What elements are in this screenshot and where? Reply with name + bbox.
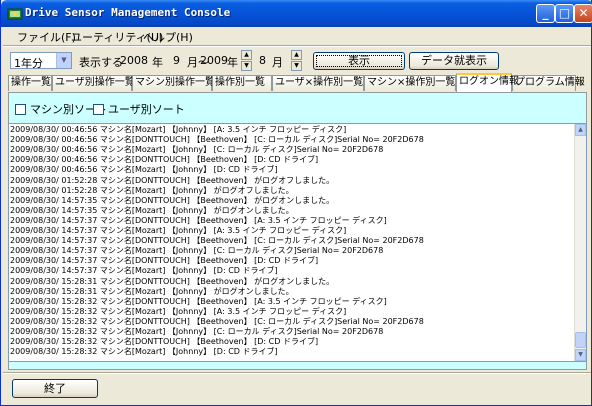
spin-up-icon[interactable]: ▲: [291, 50, 302, 60]
tab-machine-x-operation-list[interactable]: マシン×操作別一覧: [364, 75, 456, 91]
display-label: 表示する: [79, 56, 123, 69]
to-year: 2009: [200, 54, 228, 67]
tab-user-operation-list[interactable]: ユーザ別操作一覧: [52, 75, 135, 91]
to-year-spinner[interactable]: ▲ ▼: [241, 50, 252, 71]
log-entry: 2009/08/30/ 15:28:32 マシン名[DONTTOUCH] 【Be…: [10, 337, 319, 347]
toolbar-divider: [3, 45, 591, 47]
year-label: 年: [152, 56, 163, 69]
menu-help[interactable]: ヘルプ(H): [143, 29, 193, 45]
log-list[interactable]: 2009/08/30/ 00:46:56 マシン名[Mozart] 【Johnn…: [8, 123, 587, 362]
scrollbar-thumb[interactable]: [575, 332, 586, 348]
log-entry: 2009/08/30/ 00:46:56 マシン名[Mozart] 【Johnn…: [10, 165, 278, 175]
close-icon[interactable]: ✕: [574, 4, 592, 23]
log-entry: 2009/08/30/ 14:57:37 マシン名[DONTTOUCH] 【Be…: [10, 256, 319, 266]
tab-logon-info[interactable]: ログオン情報: [456, 73, 519, 92]
window-title: Drive Sensor Management Console: [25, 6, 231, 19]
log-entry: 2009/08/30/ 15:28:32 マシン名[Mozart] 【Johnn…: [10, 306, 347, 316]
month-label: 月: [272, 56, 283, 69]
exit-button[interactable]: 終了: [12, 379, 98, 398]
maximize-icon[interactable]: □: [555, 4, 574, 23]
log-entry: 2009/08/30/ 15:28:31 マシン名[DONTTOUCH] 【Be…: [10, 276, 335, 286]
app-window: Drive Sensor Management Console _ □ ✕ ファ…: [0, 0, 592, 406]
spin-up-icon[interactable]: ▲: [241, 50, 252, 60]
menu-file[interactable]: ファイル(F): [17, 29, 76, 45]
menu-bar: ファイル(F) ユーティリティ(U) ヘルプ(H): [5, 27, 589, 45]
spin-down-icon[interactable]: ▼: [291, 61, 302, 71]
log-entry: 2009/08/30/ 14:57:37 マシン名[Mozart] 【Johnn…: [10, 246, 384, 256]
log-entry: 2009/08/30/ 14:57:35 マシン名[DONTTOUCH] 【Be…: [10, 195, 335, 205]
log-entry: 2009/08/30/ 00:46:56 マシン名[DONTTOUCH] 【Be…: [10, 155, 319, 165]
to-month-spinner[interactable]: ▲ ▼: [291, 50, 302, 71]
log-entry: 2009/08/30/ 00:46:56 マシン名[DONTTOUCH] 【Be…: [10, 135, 424, 145]
title-bar[interactable]: Drive Sensor Management Console _ □ ✕: [1, 0, 592, 27]
period-select[interactable]: 1年分 ▼: [10, 52, 72, 70]
user-sort-label: ユーザ別ソート: [108, 103, 185, 116]
checkbox-icon[interactable]: [15, 104, 26, 115]
tab-machine-operation-list[interactable]: マシン別操作一覧: [132, 75, 215, 91]
log-entry: 2009/08/30/ 00:46:56 マシン名[Mozart] 【Johnn…: [10, 125, 347, 134]
log-entry: 2009/08/30/ 14:57:35 マシン名[Mozart] 【Johnn…: [10, 205, 294, 215]
tab-program-info[interactable]: プログラム情報: [512, 75, 585, 91]
minimize-icon[interactable]: _: [536, 4, 555, 23]
checkbox-icon[interactable]: [93, 104, 104, 115]
chevron-down-icon[interactable]: ▼: [56, 53, 71, 68]
user-sort-checkbox[interactable]: ユーザ別ソート: [93, 101, 185, 117]
log-entry: 2009/08/30/ 14:57:37 マシン名[Mozart] 【Johnn…: [10, 266, 278, 276]
log-entry: 2009/08/30/ 14:57:37 マシン名[DONTTOUCH] 【Be…: [10, 215, 387, 225]
batch-display-button[interactable]: データ就表示: [409, 52, 499, 70]
tab-operation-list[interactable]: 操作一覧: [8, 75, 52, 91]
log-entry: 2009/08/30/ 01:52:28 マシン名[DONTTOUCH] 【Be…: [10, 175, 335, 185]
footer-divider: [3, 372, 591, 374]
show-button[interactable]: 表示: [313, 52, 405, 70]
log-entry: 2009/08/30/ 15:28:31 マシン名[Mozart] 【Johnn…: [10, 286, 294, 296]
drive-sensor-icon: [7, 8, 23, 20]
log-entry: 2009/08/30/ 15:28:32 マシン名[Mozart] 【Johnn…: [10, 347, 278, 357]
log-entry: 2009/08/30/ 14:57:37 マシン名[Mozart] 【Johnn…: [10, 226, 347, 235]
log-entry: 2009/08/30/ 15:28:32 マシン名[DONTTOUCH] 【Be…: [10, 316, 424, 326]
from-year: 2008: [120, 54, 148, 67]
log-entry: 2009/08/30/ 14:57:37 マシン名[DONTTOUCH] 【Be…: [10, 236, 424, 246]
from-month: 9: [173, 54, 180, 67]
log-entry: 2009/08/30/ 01:52:28 マシン名[Mozart] 【Johnn…: [10, 185, 294, 195]
spin-down-icon[interactable]: ▼: [241, 61, 252, 71]
vertical-scrollbar[interactable]: ▲ ▼: [574, 124, 586, 361]
log-entry: 2009/08/30/ 15:28:32 マシン名[Mozart] 【Johnn…: [10, 327, 384, 336]
scroll-down-icon[interactable]: ▼: [575, 349, 586, 361]
log-entry: 2009/08/30/ 15:28:32 マシン名[DONTTOUCH] 【Be…: [10, 296, 387, 306]
year-label: 年: [227, 56, 238, 69]
period-value: 1年分: [14, 57, 43, 70]
tab-by-operation-list[interactable]: 操作別一覧: [212, 75, 272, 91]
tab-user-x-operation-list[interactable]: ユーザ×操作別一覧: [272, 75, 364, 91]
scroll-up-icon[interactable]: ▲: [575, 124, 586, 136]
to-month: 8: [259, 54, 266, 67]
log-entry: 2009/08/30/ 00:46:56 マシン名[Mozart] 【Johnn…: [10, 145, 384, 155]
